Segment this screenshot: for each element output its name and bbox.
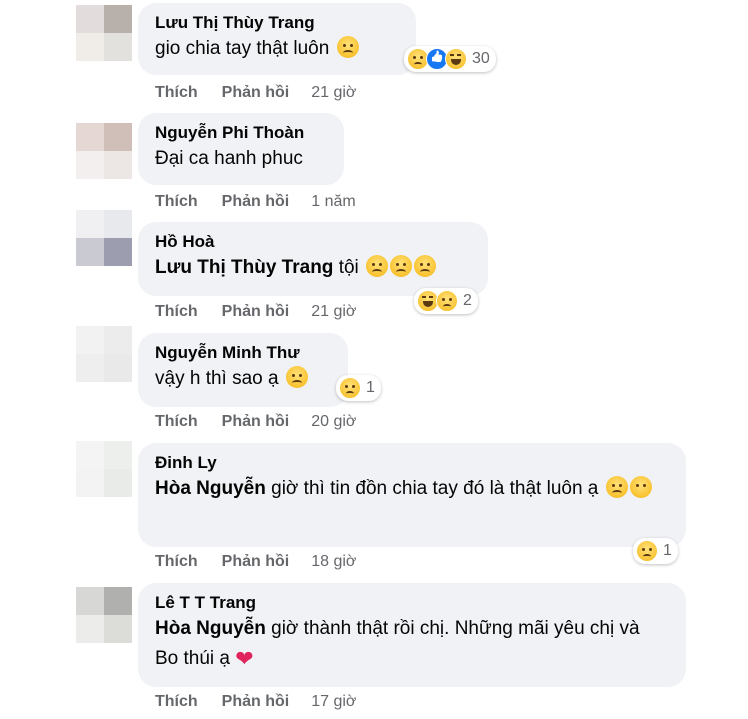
comment-author[interactable]: Nguyễn Phi Thoàn	[155, 122, 326, 144]
avatar[interactable]	[76, 326, 132, 382]
haha-reaction-icon	[445, 48, 467, 70]
comment-author[interactable]: Hồ Hoà	[155, 231, 470, 253]
mention-link[interactable]: Lưu Thị Thùy Trang	[155, 257, 333, 278]
like-link[interactable]: Thích	[155, 303, 198, 320]
crying-face-emoji-icon	[336, 36, 359, 58]
like-link[interactable]: Thích	[155, 693, 198, 710]
avatar[interactable]	[76, 123, 132, 179]
comment-text: Hòa Nguyễn giờ thành thật rồi chị. Những…	[155, 618, 640, 671]
sad-tear-emoji-icon	[390, 255, 413, 277]
comment-time[interactable]: 18 giờ	[311, 553, 356, 570]
comment-actions: Thích Phản hồi 21 giờ	[155, 84, 356, 102]
reply-link[interactable]: Phản hồi	[222, 553, 290, 570]
sad-reaction-icon	[636, 540, 658, 562]
comment-actions: Thích Phản hồi 17 giờ	[155, 693, 356, 711]
comment-text: Đại ca hanh phuc	[155, 148, 303, 169]
reaction-summary[interactable]: 2	[414, 288, 478, 314]
comment-actions: Thích Phản hồi 20 giờ	[155, 413, 356, 431]
sad-reaction-icon	[436, 290, 458, 312]
crying-face-emoji-icon	[285, 366, 308, 388]
comment-actions: Thích Phản hồi 1 năm	[155, 193, 356, 211]
reply-link[interactable]: Phản hồi	[222, 193, 290, 210]
reply-link[interactable]: Phản hồi	[222, 413, 290, 430]
sad-tear-emoji-icon	[366, 255, 389, 277]
mention-link[interactable]: Hòa Nguyễn	[155, 618, 266, 639]
comment-text: Hòa Nguyễn giờ thì tin đồn chia tay đó l…	[155, 474, 668, 504]
comment-bubble: Nguyễn Minh Thư vậy h thì sao ạ	[138, 333, 348, 407]
reaction-count: 30	[472, 50, 490, 67]
reaction-summary[interactable]: 1	[633, 538, 678, 564]
comment-actions: Thích Phản hồi 21 giờ	[155, 303, 356, 321]
pleading-face-emoji-icon	[605, 476, 628, 498]
partying-face-emoji-icon	[629, 476, 652, 498]
avatar[interactable]	[76, 441, 132, 497]
comment-bubble: Lưu Thị Thùy Trang gio chia tay thật luô…	[138, 3, 416, 75]
comment-author[interactable]: Đinh Ly	[155, 452, 668, 474]
reaction-count: 2	[463, 292, 472, 309]
avatar[interactable]	[76, 587, 132, 643]
avatar[interactable]	[76, 5, 132, 61]
like-link[interactable]: Thích	[155, 84, 198, 101]
comment-text: Lưu Thị Thùy Trang tội	[155, 253, 470, 283]
reply-link[interactable]: Phản hồi	[222, 693, 290, 710]
comment-bubble: Nguyễn Phi Thoàn Đại ca hanh phuc	[138, 113, 344, 185]
red-heart-emoji-icon: ❤	[235, 646, 254, 671]
comment-bubble: Hồ Hoà Lưu Thị Thùy Trang tội	[138, 222, 488, 296]
comment-time[interactable]: 20 giờ	[311, 413, 356, 430]
comment-time[interactable]: 1 năm	[311, 193, 355, 210]
like-link[interactable]: Thích	[155, 553, 198, 570]
reaction-count: 1	[663, 542, 672, 559]
like-link[interactable]: Thích	[155, 413, 198, 430]
comment-text: gio chia tay thật luôn	[155, 34, 398, 64]
like-link[interactable]: Thích	[155, 193, 198, 210]
comment-text: vậy h thì sao ạ	[155, 364, 330, 394]
comment-author[interactable]: Nguyễn Minh Thư	[155, 342, 330, 364]
reaction-summary[interactable]: 1	[336, 375, 381, 401]
sad-reaction-icon	[339, 377, 361, 399]
comment-author[interactable]: Lưu Thị Thùy Trang	[155, 12, 398, 34]
comment-bubble: Lê T T Trang Hòa Nguyễn giờ thành thật r…	[138, 583, 686, 687]
comment-time[interactable]: 17 giờ	[311, 693, 356, 710]
reply-link[interactable]: Phản hồi	[222, 84, 290, 101]
comment-bubble: Đinh Ly Hòa Nguyễn giờ thì tin đồn chia …	[138, 443, 686, 547]
comment-author[interactable]: Lê T T Trang	[155, 592, 668, 614]
comment-time[interactable]: 21 giờ	[311, 303, 356, 320]
reaction-count: 1	[366, 379, 375, 396]
reply-link[interactable]: Phản hồi	[222, 303, 290, 320]
comment-time[interactable]: 21 giờ	[311, 84, 356, 101]
comment-actions: Thích Phản hồi 18 giờ	[155, 553, 356, 571]
avatar[interactable]	[76, 210, 132, 266]
reaction-summary[interactable]: 30	[404, 46, 496, 72]
sad-tear-emoji-icon	[414, 255, 437, 277]
mention-link[interactable]: Hòa Nguyễn	[155, 478, 266, 499]
